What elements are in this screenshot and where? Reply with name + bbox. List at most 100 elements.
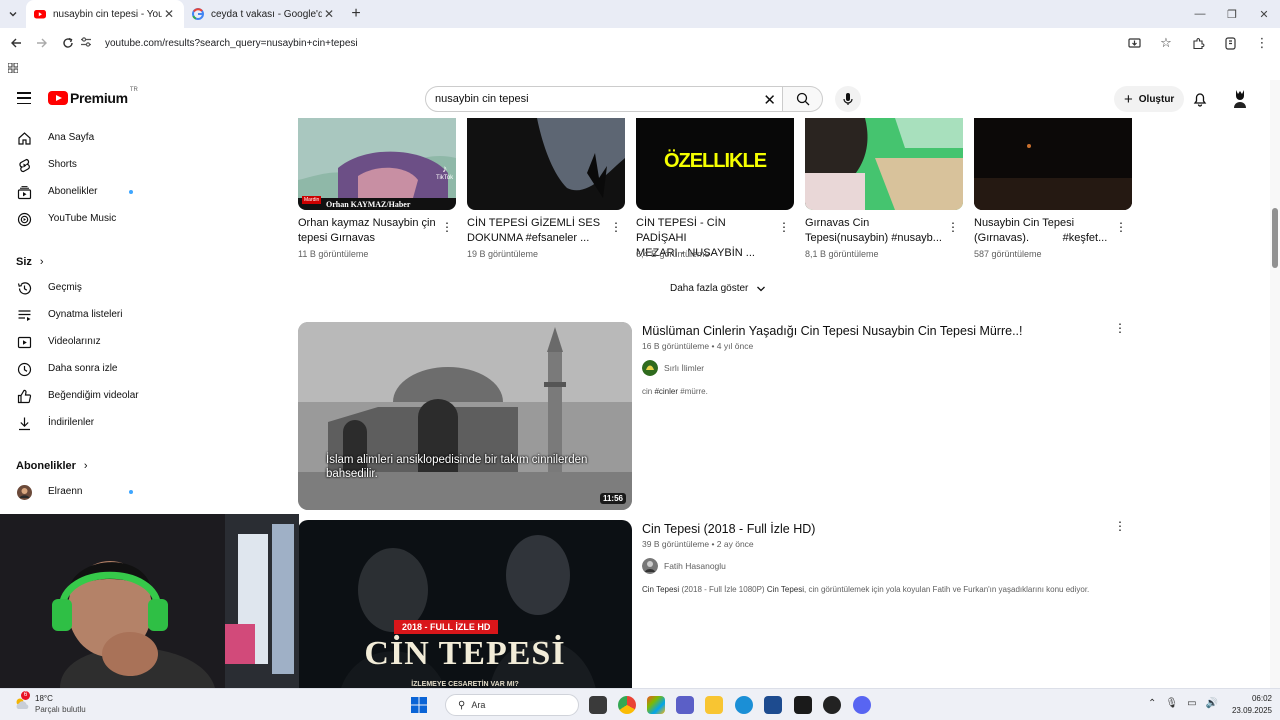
browser-toolbar: youtube.com/results?search_query=nusaybi… [0,28,1280,58]
sidebar-item-home[interactable]: Ana Sayfa [0,125,150,151]
sidebar-item-playlists[interactable]: Oynatma listeleri [0,302,150,328]
close-window-icon[interactable]: ✕ [1248,0,1280,28]
weather-widget[interactable]: 6 18°C Parçalı bulutlu [14,691,86,715]
weather-badge: 6 [21,691,30,700]
short-views: 19 B görüntüleme [467,249,539,259]
playlist-icon [18,310,31,321]
extensions-icon[interactable] [1186,31,1210,55]
close-tab-icon[interactable]: ✕ [322,7,336,21]
sidebar-item-your-videos[interactable]: Videolarınız [0,329,150,355]
channel-name: Sırlı İlimler [664,363,705,373]
video-title[interactable]: Cin Tepesi (2018 - Full İzle HD) [642,522,815,536]
more-options-icon[interactable]: ⋮ [1114,321,1126,335]
edge-icon[interactable] [735,696,753,714]
your-videos-icon [17,336,32,349]
short-title[interactable]: Gırnavas Cin Tepesi(nusaybin) #nusayb... [805,216,945,246]
restore-icon[interactable]: ❐ [1216,0,1248,28]
more-options-icon[interactable]: ⋮ [441,220,453,234]
tab-youtube[interactable]: nusaybin cin tepesi - YouTube ✕ [26,0,184,28]
tab-google[interactable]: ceyda t vakası - Google'da Ara ✕ [184,0,344,28]
more-options-icon[interactable]: ⋮ [610,220,622,234]
microphone-tray-icon[interactable]: 🎙 [1165,698,1178,709]
notifications-bell-icon[interactable] [1193,91,1207,112]
youtube-play-icon [48,91,68,105]
sidebar-item-shorts[interactable]: Shorts [0,152,150,178]
forward-icon[interactable] [30,31,54,55]
new-tab-icon[interactable]: + [344,5,368,23]
voice-search-button[interactable] [835,86,861,112]
show-more-button[interactable]: Daha fazla göster [670,283,766,294]
video-channel[interactable]: Fatih Hasanoglu [642,558,726,574]
taskbar-clock[interactable]: 06:02 23.09.2025 [1228,693,1272,717]
back-icon[interactable] [4,31,28,55]
site-info-icon[interactable] [80,36,100,51]
search-input[interactable]: nusaybin cin tepesi ✕ [425,86,783,112]
search-icon [796,92,809,106]
discord-icon[interactable] [853,696,871,714]
create-button[interactable]: + Oluştur [1114,86,1185,112]
store-icon[interactable] [764,696,782,714]
bookmark-star-icon[interactable]: ☆ [1154,31,1178,55]
copilot-icon[interactable] [647,696,665,714]
shorts-icon [19,158,30,173]
tray-expand-icon[interactable]: ⌃ [1148,698,1156,709]
short-title[interactable]: Orhan kaymaz Nusaybin çin tepesi Gırnavas [298,216,438,246]
address-bar[interactable]: youtube.com/results?search_query=nusaybi… [80,31,1130,55]
display-icon[interactable]: ▭ [1187,698,1196,709]
more-options-icon[interactable]: ⋮ [1115,220,1127,234]
short-title[interactable]: Nusaybin Cin Tepesi (Gırnavas). #keşfet..… [974,216,1114,246]
microphone-icon [843,93,853,105]
short-thumbnail[interactable] [974,118,1132,210]
more-options-icon[interactable]: ⋮ [1114,519,1126,533]
sidebar-item-youtube-music[interactable]: YouTube Music [0,206,150,232]
sidebar-item-subscriptions[interactable]: Abonelikler [0,179,150,205]
sidebar-item-watch-later[interactable]: Daha sonra izle [0,356,150,382]
sidebar-channel-elraenn[interactable]: Elraenn [0,479,150,505]
sidebar-item-downloads[interactable]: İndirilenler [0,410,150,436]
video-channel[interactable]: Sırlı İlimler [642,360,704,376]
task-view-icon[interactable] [589,696,607,714]
video-thumbnail[interactable]: 2018 - FULL İZLE HD CİN TEPESİ İZLEMEYE … [298,520,632,700]
browser-menu-icon[interactable]: ⋮ [1250,31,1274,55]
short-overlay-text: Orhan KAYMAZ/Haber [326,200,411,209]
account-avatar[interactable] [1230,88,1250,110]
youtube-premium-logo[interactable]: Premium TR [48,87,138,106]
more-options-icon[interactable]: ⋮ [778,220,790,234]
short-thumbnail[interactable]: ÖZELLIKLE [636,118,794,210]
profile-icon[interactable] [1218,31,1242,55]
minimize-icon[interactable]: — [1184,0,1216,28]
hamburger-menu-icon[interactable] [17,92,31,104]
scrollbar-thumb[interactable] [1272,208,1278,268]
video-thumbnail[interactable]: İslam alimleri ansiklopedisinde bir takı… [298,322,632,510]
volume-icon[interactable]: 🔊 [1206,698,1218,709]
sidebar-item-liked-videos[interactable]: Beğendiğim videolar [0,383,150,409]
sidebar-subscriptions-heading[interactable]: Abonelikler › [16,460,88,472]
install-app-icon[interactable] [1122,31,1146,55]
chrome-icon[interactable] [618,696,636,714]
page-scrollbar[interactable] [1270,80,1280,690]
more-options-icon[interactable]: ⋮ [947,220,959,234]
short-thumbnail[interactable] [467,118,625,210]
music-icon [17,212,32,227]
close-tab-icon[interactable]: ✕ [162,7,176,21]
search-button[interactable] [783,86,823,112]
short-thumbnail[interactable] [805,118,963,210]
video-title[interactable]: Müslüman Cinlerin Yaşadığı Cin Tepesi Nu… [642,324,1023,338]
taskbar-search-input[interactable]: ⚲ Ara [445,694,579,716]
app-icon[interactable] [823,696,841,714]
windows-start-icon[interactable] [411,697,427,718]
sidebar-item-history[interactable]: Geçmiş [0,275,150,301]
clear-search-icon[interactable]: ✕ [763,91,776,109]
short-title[interactable]: CİN TEPESİ GİZEMLİ SES DOKUNMA #efsaneler… [467,216,607,246]
teams-icon[interactable] [676,696,694,714]
video-banner: 2018 - FULL İZLE HD [394,620,499,634]
short-thumbnail[interactable]: Mardin Orhan KAYMAZ/Haber ♪ TikTok [298,118,456,210]
apps-grid-icon[interactable] [7,62,19,76]
tiktok-badge: ♪ TikTok [436,164,454,181]
tab-search-button[interactable] [0,0,26,28]
google-favicon-icon [192,8,204,20]
file-explorer-icon[interactable] [705,696,723,714]
app-icon[interactable] [794,696,812,714]
sidebar-you-heading[interactable]: Siz › [16,256,44,268]
reload-icon[interactable] [56,31,80,55]
